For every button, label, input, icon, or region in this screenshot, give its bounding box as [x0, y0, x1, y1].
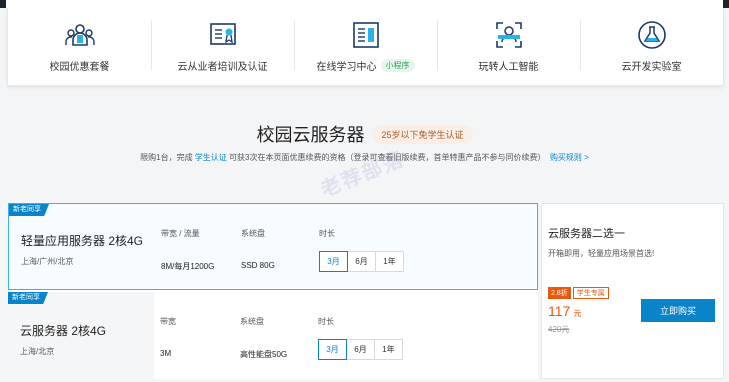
bandwidth-label: 带宽 / 流量 — [161, 229, 200, 238]
product-tag: 新老同享 — [9, 204, 49, 216]
book-icon — [351, 20, 381, 50]
purchase-rules-link[interactable]: 购买规则 > — [550, 153, 589, 162]
category-label: 云开发实验室 — [621, 62, 682, 73]
category-ai[interactable]: 玩转人工智能 — [437, 8, 580, 85]
price-value: 117 — [548, 303, 571, 319]
purchase-summary-card: 云服务器二选一 开箱即用，轻量应用场景首选! 2.8折 学生专属 117 元 42… — [541, 203, 724, 379]
duration-option-6m[interactable]: 6月 — [346, 339, 375, 360]
product-tag: 新老同享 — [8, 292, 48, 304]
category-campus-package[interactable]: 校园优惠套餐 — [8, 8, 151, 85]
people-icon — [64, 20, 95, 50]
duration-option-3m[interactable]: 3月 — [318, 339, 347, 360]
bandwidth-value: 3M — [160, 349, 172, 358]
bandwidth-label: 带宽 — [160, 317, 176, 326]
product-card-lighthouse[interactable]: 新老同享 轻量应用服务器 2核4G 上海/广州/北京 带宽 / 流量 8M/每月… — [8, 203, 538, 290]
duration-selector: 时长 3月 6月 1年 — [318, 316, 403, 360]
category-label: 在线学习中心 — [316, 62, 377, 73]
disk-column: 系统盘 高性能盘50G — [240, 316, 287, 360]
age-badge: 25岁以下免学生认证 — [372, 124, 473, 144]
flask-icon — [637, 20, 667, 50]
category-label: 玩转人工智能 — [478, 62, 539, 73]
category-dev-lab[interactable]: 云开发实验室 — [580, 8, 723, 85]
student-exclusive-badge: 学生专属 — [572, 287, 609, 299]
category-label: 云从业者培训及认证 — [177, 62, 268, 73]
product-region: 上海/北京 — [20, 347, 55, 356]
disk-value: SSD 80G — [241, 261, 275, 270]
product-list: 新老同享 轻量应用服务器 2核4G 上海/广州/北京 带宽 / 流量 8M/每月… — [8, 203, 538, 379]
disk-value: 高性能盘50G — [240, 350, 288, 359]
bandwidth-value: 8M/每月1200G — [161, 262, 215, 271]
category-label: 校园优惠套餐 — [49, 62, 110, 73]
page-title: 校园云服务器 — [256, 125, 365, 145]
duration-label: 时长 — [319, 229, 335, 238]
duration-option-1y[interactable]: 1年 — [374, 339, 403, 360]
buy-now-button[interactable]: 立即购买 — [641, 299, 715, 322]
duration-label: 时长 — [318, 317, 334, 326]
student-auth-link[interactable]: 学生认证 — [195, 153, 227, 162]
duration-option-3m[interactable]: 3月 — [319, 251, 348, 272]
disk-label: 系统盘 — [240, 317, 264, 326]
summary-subtitle: 开箱即用，轻量应用场景首选! — [548, 249, 655, 258]
bandwidth-column: 带宽 / 流量 8M/每月1200G — [161, 228, 214, 272]
disk-label: 系统盘 — [241, 229, 265, 238]
bandwidth-column: 带宽 3M — [160, 316, 176, 358]
ai-face-scan-icon — [494, 20, 524, 50]
section-header: 校园云服务器 25岁以下免学生认证 — [0, 121, 729, 147]
summary-title: 云服务器二选一 — [548, 228, 625, 240]
discount-badge: 2.8折 — [548, 287, 571, 299]
duration-option-1y[interactable]: 1年 — [375, 251, 404, 272]
product-name: 云服务器 2核4G — [20, 324, 107, 338]
duration-option-6m[interactable]: 6月 — [347, 251, 376, 272]
product-region: 上海/广州/北京 — [21, 257, 74, 266]
product-card-cvm[interactable]: 新老同享 云服务器 2核4G 上海/北京 带宽 3M 系统盘 高性能盘50G 时… — [8, 292, 538, 379]
disk-column: 系统盘 SSD 80G — [241, 228, 275, 270]
duration-selector: 时长 3月 6月 1年 — [319, 228, 404, 272]
top-nav-bar — [0, 0, 729, 8]
category-cloud-certification[interactable]: 云从业者培训及认证 — [151, 8, 294, 85]
category-bar: 校园优惠套餐 云从业者培训及认证 在线学习中心 小程序 玩转人工智能 云开发实验… — [7, 8, 724, 86]
category-learning-center[interactable]: 在线学习中心 小程序 — [294, 8, 437, 85]
product-name: 轻量应用服务器 2核4G — [21, 234, 144, 248]
original-price: 420元 — [548, 325, 570, 334]
current-price: 117 元 — [548, 303, 581, 319]
certificate-icon — [208, 20, 238, 50]
mini-program-badge: 小程序 — [380, 59, 415, 72]
price-unit: 元 — [573, 309, 582, 318]
rules-text-pre: 限购1台，完成 — [140, 153, 195, 162]
price-badges: 2.8折 学生专属 — [548, 287, 609, 299]
